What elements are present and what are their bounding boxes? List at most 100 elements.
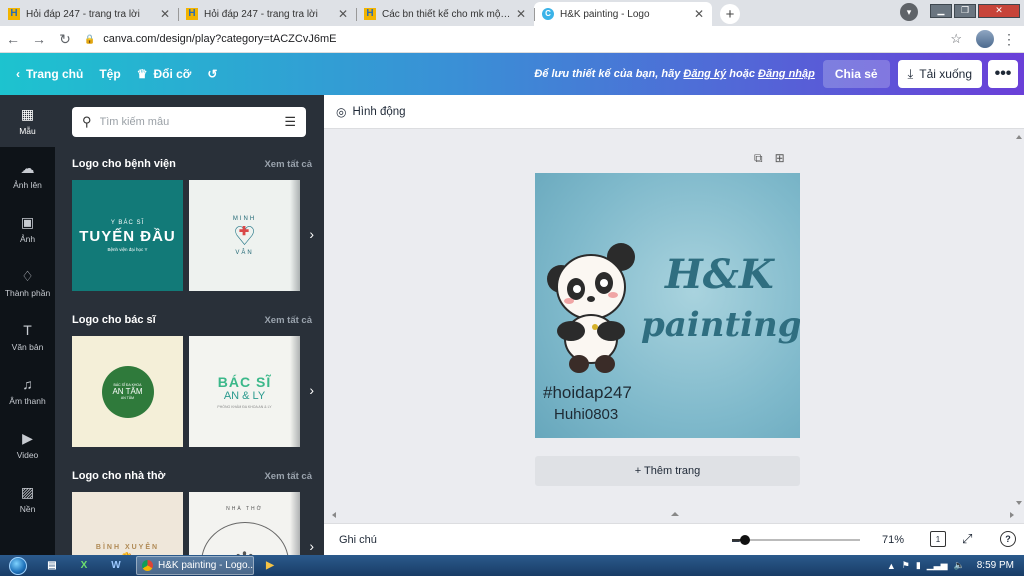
page-count-button[interactable]: 1 [930,531,946,547]
rail-item-audio[interactable]: ♫ Âm thanh [0,365,55,417]
design-hashtag[interactable]: #hoidap247 [543,383,632,403]
browser-tab-active[interactable]: C H&K painting - Logo ✕ [534,2,712,26]
zoom-slider-handle[interactable] [739,535,750,545]
browser-tab[interactable]: H Các bn thiết kế cho mk một logo ✕ [356,2,534,26]
animate-button[interactable]: Hình động [352,106,405,118]
restore-icon: ❐ [960,5,970,15]
signup-link[interactable]: Đăng ký [683,68,726,80]
fullscreen-icon[interactable]: ⤢ [962,531,972,547]
close-tab-icon[interactable]: ✕ [338,7,348,21]
download-icon: ⤓ [907,66,914,81]
template-thumbnail[interactable]: BÁC SĨ ĐA KHOA AN TÂM AN TÂM [72,336,183,447]
windows-taskbar: ▤ X W H&K painting - Logo... ▶ ▲ ⚑ ▮ ▁▃▅… [0,555,1024,576]
close-window-button[interactable]: ✕ [978,3,1020,18]
template-thumbnail[interactable]: MINH ♡ ✚ VÂN [189,180,300,291]
new-tab-button[interactable]: + [720,4,740,24]
volume-icon[interactable]: 🔈 [954,560,965,571]
template-thumbnail[interactable]: ❋ NHÀ THỜ [189,492,300,555]
home-button[interactable]: ‹ Trang chủ [16,67,83,81]
avatar[interactable] [976,30,994,48]
template-thumbnail[interactable]: BÁC SĨ AN & LY PHÒNG KHÁM ĐA KHOA AN & L… [189,336,300,447]
zoom-level[interactable]: 71% [882,534,904,546]
tray-expand-icon[interactable]: ▲ [887,561,896,571]
chevron-right-icon[interactable]: › [309,382,314,398]
duplicate-page-icon[interactable]: ⧉ [754,151,763,166]
help-button[interactable]: ? [1000,531,1016,547]
chevron-right-icon[interactable]: › [309,226,314,242]
file-label: Tệp [99,67,121,81]
explorer-icon[interactable]: ▤ [38,556,66,575]
notes-button[interactable]: Ghi chú [339,534,377,546]
minimize-button[interactable]: ▁ [930,3,952,18]
music-icon: ♫ [22,376,33,392]
system-tray: ▲ ⚑ ▮ ▁▃▅ 🔈 8:59 PM [887,560,1014,571]
flag-icon[interactable]: ⚑ [902,560,910,571]
battery-icon[interactable]: ▮ [916,560,921,571]
upload-icon: ☁ [20,160,35,176]
add-page-button[interactable]: + Thêm trang [535,456,800,486]
media-player-icon[interactable]: ▶ [256,556,284,575]
word-icon[interactable]: W [102,556,130,575]
rail-item-photos[interactable]: ▣ Ảnh [0,203,55,255]
rail-item-background[interactable]: ▨ Nền [0,473,55,525]
template-thumbnail[interactable]: BÌNH XUYÊN ✋ [72,492,183,555]
rail-item-text[interactable]: T Văn bản [0,311,55,363]
close-tab-icon[interactable]: ✕ [694,7,704,21]
horizontal-scrollbar[interactable] [324,509,1024,521]
filter-icon[interactable]: ☰ [284,114,296,130]
download-button[interactable]: ⤓ Tải xuống [897,60,982,88]
profile-menu-icon[interactable]: ▾ [900,3,918,21]
zoom-slider[interactable] [732,535,860,545]
see-all-link[interactable]: Xem tất cả [264,315,312,326]
rail-item-uploads[interactable]: ☁ Ảnh lên [0,149,55,201]
design-page[interactable]: H&K painting #hoidap247 Huhi0803 [535,173,800,438]
taskbar-chrome-app[interactable]: H&K painting - Logo... [136,556,254,575]
design-title[interactable]: H&K [665,251,774,298]
download-label: Tải xuống [919,67,972,81]
browser-menu-icon[interactable]: ⋮ [1002,31,1016,48]
clock[interactable]: 8:59 PM [977,560,1014,571]
design-username[interactable]: Huhi0803 [554,406,618,423]
network-icon[interactable]: ▁▃▅ [927,560,948,571]
resize-button[interactable]: ♛ Đổi cỡ [137,67,192,81]
template-search[interactable]: ⚲ ☰ [72,107,306,137]
editor-toolbar: ◎ Hình động [324,95,1024,129]
start-button[interactable] [0,555,36,576]
close-tab-icon[interactable]: ✕ [516,7,526,21]
chevron-right-icon[interactable]: › [309,538,314,554]
template-thumbnail[interactable]: Y BÁC SĨ TUYẾN ĐẦU Bệnh viện đại học Y [72,180,183,291]
excel-icon[interactable]: X [70,556,98,575]
add-page-icon[interactable]: ⊞ [775,151,785,166]
crown-icon: ♛ [136,67,148,81]
login-link[interactable]: Đăng nhập [758,68,815,80]
vertical-scrollbar[interactable] [1016,135,1022,505]
screen: H Hỏi đáp 247 - trang tra lời ✕ H Hỏi đá… [0,0,1024,576]
restore-button[interactable]: ❐ [954,3,976,18]
back-icon[interactable]: ← [0,31,26,47]
rail-item-video[interactable]: ▶ Video [0,419,55,471]
undo-button[interactable]: ↺ [207,67,217,81]
tab-title: Hỏi đáp 247 - trang tra lời [204,8,318,20]
thumb-text: BÌNH XUYÊN [95,544,160,551]
bookmark-star-icon[interactable]: ☆ [950,31,962,47]
see-all-link[interactable]: Xem tất cả [264,471,312,482]
rail-item-elements[interactable]: ♢ Thành phần [0,257,55,309]
browser-tab[interactable]: H Hỏi đáp 247 - trang tra lời ✕ [0,2,178,26]
see-all-link[interactable]: Xem tất cả [264,159,312,170]
search-input[interactable] [99,116,285,128]
forward-icon[interactable]: → [26,31,52,47]
share-button[interactable]: Chia sẻ [822,60,890,88]
more-options-button[interactable]: ••• [988,60,1018,88]
url-field[interactable]: 🔒 canva.com/design/play?category=tACZCvJ… [84,29,950,49]
browser-tab[interactable]: H Hỏi đáp 247 - trang tra lời ✕ [178,2,356,26]
panda-illustration [547,243,635,373]
rail-item-templates[interactable]: ▦ Mẫu [0,95,55,147]
reload-icon[interactable]: ↻ [52,31,78,48]
template-section: Logo cho bác sĩ Xem tất cả BÁC SĨ ĐA KHO… [72,311,318,447]
tab-title: Các bn thiết kế cho mk một logo [382,8,512,20]
design-subtitle[interactable]: painting [641,305,800,345]
file-menu-button[interactable]: Tệp [99,67,120,81]
close-tab-icon[interactable]: ✕ [160,7,170,21]
close-icon: ✕ [995,5,1003,15]
thumb-text: AN TÂM [112,387,143,396]
